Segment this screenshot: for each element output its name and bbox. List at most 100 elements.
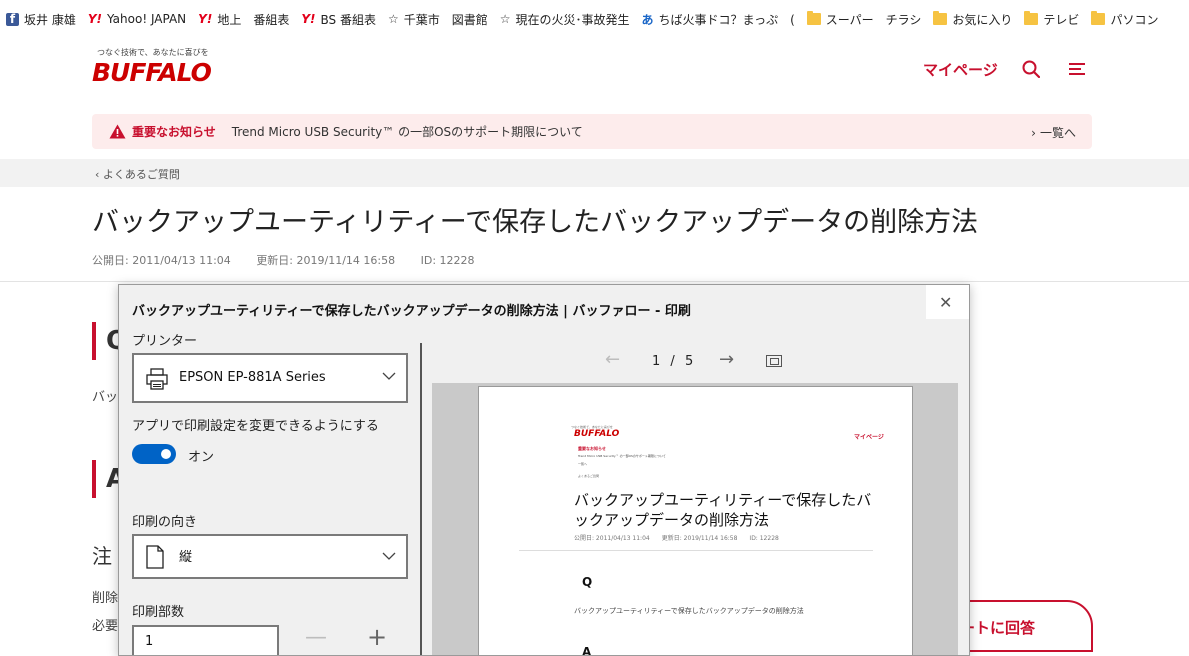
survey-button-label[interactable]: ートに回答 bbox=[960, 617, 1035, 638]
answer-line: 削除 bbox=[92, 591, 119, 606]
chevron-left-icon: ‹ bbox=[95, 168, 103, 181]
orientation-value: 縦 bbox=[179, 550, 193, 565]
hiragana-a-icon: あ bbox=[641, 12, 654, 27]
mypage-link[interactable]: マイページ bbox=[923, 59, 998, 80]
printer-label: プリンター bbox=[132, 334, 198, 349]
folder-icon bbox=[806, 11, 821, 25]
bookmark-item[interactable]: テレビ bbox=[1024, 11, 1079, 28]
page-title: バックアップユーティリティーで保存したバックアップデータの削除方法 bbox=[92, 207, 979, 238]
preview-answer-label: A bbox=[582, 645, 592, 656]
breadcrumb[interactable]: ‹ よくあるご質問 bbox=[95, 166, 180, 182]
chevron-right-icon: › bbox=[1031, 126, 1036, 140]
preview-notice-text: Trend Micro USB Security™ の一部OSのサポート期限につ… bbox=[578, 454, 666, 458]
copies-input[interactable]: 1 bbox=[132, 625, 279, 655]
preview-question-label: Q bbox=[582, 575, 593, 589]
yahoo-icon: Y! bbox=[198, 12, 213, 26]
fit-to-window-icon[interactable] bbox=[766, 355, 782, 367]
bookmark-item[interactable]: お気に入り bbox=[933, 11, 1012, 28]
divider bbox=[0, 281, 1189, 282]
breadcrumb-bar: ‹ よくあるご質問 bbox=[0, 159, 1189, 187]
star-icon: ☆ bbox=[499, 12, 511, 26]
folder-icon bbox=[933, 11, 948, 25]
bookmark-label: 坂井 康雄 bbox=[24, 12, 76, 27]
preview-mypage: マイページ bbox=[854, 434, 884, 441]
notice-list-link[interactable]: › 一覧へ bbox=[1031, 124, 1076, 141]
question-accent-bar bbox=[92, 322, 96, 360]
article-id: ID: 12228 bbox=[420, 254, 475, 267]
buffalo-logo[interactable]: BUFFALO bbox=[92, 58, 212, 87]
print-dialog: バックアップユーティリティーで保存したバックアップデータの削除方法 | バッファ… bbox=[118, 284, 970, 656]
current-page: 1 bbox=[652, 354, 661, 369]
printer-select[interactable]: EPSON EP-881A Series bbox=[132, 353, 408, 403]
bookmark-label: ちば火事ドコ？まっぷ ( bbox=[658, 12, 795, 27]
close-icon[interactable]: ✕ bbox=[939, 293, 952, 312]
preview-notice-title: 重要なお知らせ bbox=[578, 446, 606, 451]
previous-page-arrow-icon[interactable]: ← bbox=[605, 349, 620, 370]
warning-icon bbox=[109, 124, 126, 139]
preview-question-text: バックアップユーティリティーで保存したバックアップデータの削除方法 bbox=[574, 607, 804, 615]
yahoo-icon: Y! bbox=[301, 12, 316, 26]
bookmark-item[interactable]: f 坂井 康雄 bbox=[6, 11, 76, 28]
notice-text[interactable]: Trend Micro USB Security™ の一部OSのサポート期限につ… bbox=[232, 123, 583, 140]
bookmark-item[interactable]: Y! Yahoo! JAPAN bbox=[88, 12, 186, 26]
updated-date: 更新日: 2019/11/14 16:58 bbox=[256, 254, 396, 267]
answer-accent-bar bbox=[92, 460, 96, 498]
orientation-label: 印刷の向き bbox=[132, 515, 198, 530]
bookmark-label: 千葉市 図書館 bbox=[403, 12, 488, 27]
orientation-select[interactable]: 縦 bbox=[132, 534, 408, 579]
next-page-arrow-icon[interactable]: → bbox=[719, 349, 734, 370]
bookmarks-bar: f 坂井 康雄 Y! Yahoo! JAPAN Y! 地上 番組表 Y! BS … bbox=[0, 0, 1189, 38]
app-settings-label: アプリで印刷設定を変更できるようにする bbox=[132, 419, 379, 434]
folder-icon bbox=[1091, 11, 1106, 25]
copies-decrement-button[interactable]: — bbox=[305, 625, 327, 650]
article-meta: 公開日: 2011/04/13 11:04 更新日: 2019/11/14 16… bbox=[92, 252, 497, 268]
preview-page[interactable]: つなぐ技術で、あなたに喜びを BUFFALO マイページ 重要なお知らせ Tre… bbox=[478, 386, 913, 656]
copies-value: 1 bbox=[145, 634, 154, 649]
site-header: つなぐ技術で、あなたに喜びを BUFFALO マイページ bbox=[0, 38, 1189, 108]
answer-line: 必要 bbox=[92, 619, 119, 634]
preview-title: バックアップユーティリティーで保存したバックアップデータの削除方法 bbox=[574, 491, 872, 529]
page-indicator: 1 / 5 bbox=[652, 354, 693, 369]
bookmark-label: 地上 番組表 bbox=[217, 12, 290, 27]
yahoo-icon: Y! bbox=[87, 12, 102, 26]
facebook-icon: f bbox=[6, 12, 19, 26]
published-date: 公開日: 2011/04/13 11:04 bbox=[92, 254, 231, 267]
chevron-down-icon bbox=[382, 372, 396, 380]
notice-list-label: 一覧へ bbox=[1039, 126, 1076, 140]
page-separator: / bbox=[670, 354, 675, 369]
bookmark-item[interactable]: ☆ 現在の火災･事故発生 bbox=[500, 11, 630, 28]
note-heading: 注 bbox=[92, 544, 112, 568]
bookmark-item[interactable]: パソコン bbox=[1091, 11, 1158, 28]
printer-value: EPSON EP-881A Series bbox=[179, 370, 326, 385]
print-dialog-title: バックアップユーティリティーで保存したバックアップデータの削除方法 | バッファ… bbox=[132, 304, 691, 319]
breadcrumb-label: よくあるご質問 bbox=[102, 168, 180, 181]
bookmark-item[interactable]: ☆ 千葉市 図書館 bbox=[388, 11, 488, 28]
portrait-page-icon bbox=[146, 545, 164, 569]
preview-breadcrumb: よくあるご質問 bbox=[578, 474, 600, 478]
copies-label: 印刷部数 bbox=[132, 605, 185, 620]
bookmark-item[interactable]: Y! 地上 番組表 bbox=[198, 11, 289, 28]
bookmark-item[interactable]: Y! BS 番組表 bbox=[301, 11, 376, 28]
chevron-down-icon bbox=[382, 552, 396, 560]
preview-meta: 公開日: 2011/04/13 11:04 更新日: 2019/11/14 16… bbox=[574, 535, 779, 542]
important-notice-banner[interactable]: 重要なお知らせ Trend Micro USB Security™ の一部OSの… bbox=[92, 114, 1092, 149]
bookmark-label: BS 番組表 bbox=[320, 12, 376, 27]
app-settings-toggle[interactable] bbox=[132, 444, 176, 464]
printer-icon bbox=[146, 368, 168, 390]
bookmark-label: 現在の火災･事故発生 bbox=[515, 12, 630, 27]
notice-title: 重要なお知らせ bbox=[132, 125, 216, 139]
search-icon[interactable] bbox=[1022, 60, 1040, 78]
bookmark-label: Yahoo! JAPAN bbox=[107, 12, 187, 26]
total-pages: 5 bbox=[684, 354, 694, 369]
bookmark-item[interactable]: スーパー チラシ bbox=[806, 11, 922, 28]
hamburger-menu-icon[interactable] bbox=[1068, 61, 1086, 77]
copies-increment-button[interactable]: + bbox=[367, 623, 387, 651]
toggle-state-label: オン bbox=[188, 450, 215, 465]
question-text: バッ bbox=[92, 390, 119, 405]
bookmark-item[interactable]: あ ちば火事ドコ？まっぷ ( bbox=[642, 11, 795, 28]
preview-list-link: 一覧へ bbox=[578, 462, 588, 466]
bookmark-label: テレビ bbox=[1043, 12, 1080, 27]
bookmark-label: スーパー チラシ bbox=[825, 12, 922, 27]
panel-divider bbox=[420, 343, 422, 655]
preview-divider bbox=[519, 550, 873, 551]
